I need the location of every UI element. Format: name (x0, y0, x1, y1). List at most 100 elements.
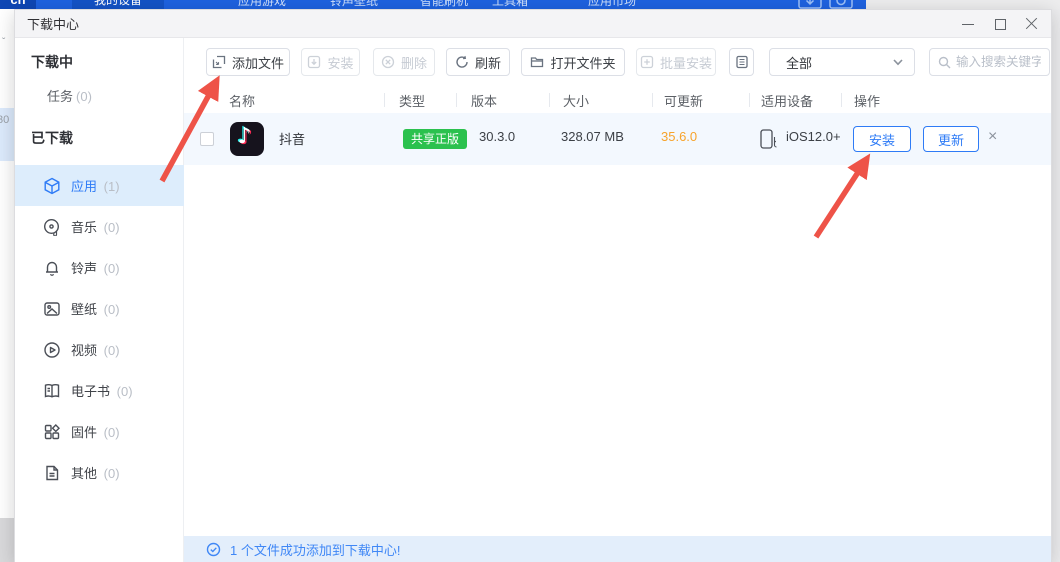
background-tab-1: 我的设备 (72, 0, 164, 9)
row-update-button[interactable]: 更新 (923, 126, 979, 152)
file-other-icon (43, 464, 61, 482)
batch-install-icon (640, 55, 654, 69)
sidebar-item-label: 固件 (0) (71, 422, 120, 441)
folder-icon (530, 55, 544, 69)
check-circle-icon (206, 542, 221, 557)
row-checkbox[interactable] (200, 132, 214, 146)
batch-install-label: 批量安装 (660, 53, 712, 72)
app-name: 抖音 (279, 129, 305, 148)
task-count: (0) (76, 89, 92, 104)
sidebar-item-others[interactable]: 其他 (0) (15, 452, 184, 493)
background-number: 30 (0, 114, 9, 126)
window-title: 下载中心 (27, 14, 79, 33)
col-actions: 操作 (854, 91, 880, 110)
music-disc-icon (43, 218, 61, 236)
sidebar-item-label: 视频 (0) (71, 340, 120, 359)
add-file-label: 添加文件 (232, 53, 284, 72)
col-type: 类型 (399, 91, 425, 110)
desktop-area (866, 0, 1060, 9)
search-box (929, 48, 1050, 76)
refresh-icon (455, 55, 469, 69)
main-panel: 添加文件 安装 删除 刷新 打开文件夹 (184, 38, 1051, 562)
bell-icon (43, 259, 61, 277)
delete-button: 删除 (373, 48, 435, 76)
list-view-button[interactable] (729, 48, 754, 76)
firmware-blocks-icon (43, 423, 61, 441)
sidebar-item-tasks[interactable]: 任务(0) (47, 86, 92, 105)
delete-icon (381, 55, 395, 69)
window-titlebar: 下载中心 (15, 10, 1051, 38)
sidebar-item-label: 应用 (1) (71, 176, 120, 195)
sidebar: 下载中 任务(0) 已下载 应用 (1) 音乐 (0) 铃声 (0) (15, 38, 184, 562)
install-label: 安装 (327, 53, 353, 72)
col-size: 大小 (563, 91, 589, 110)
open-folder-button[interactable]: 打开文件夹 (521, 48, 625, 76)
download-center-window: 下载中心 下载中 任务(0) 已下载 应用 (1) 音乐 (0) (14, 9, 1052, 562)
douyin-app-icon: ♪♪♪ (230, 122, 264, 156)
app-cube-icon (43, 177, 61, 195)
search-icon (938, 56, 951, 69)
video-play-icon (43, 341, 61, 359)
filter-value: 全部 (786, 53, 812, 72)
col-version: 版本 (471, 91, 497, 110)
col-device: 适用设备 (761, 91, 813, 110)
add-file-icon (212, 55, 226, 69)
sidebar-item-wallpapers[interactable]: 壁纸 (0) (15, 288, 184, 329)
sidebar-item-label: 音乐 (0) (71, 217, 120, 236)
sidebar-item-label: 其他 (0) (71, 463, 120, 482)
background-app-topbar: cn 我的设备 应用游戏 铃声壁纸 智能刷机 工具箱 应用市场 (0, 0, 866, 9)
search-input[interactable] (956, 55, 1041, 69)
task-label: 任务 (47, 89, 73, 104)
license-badge: 共享正版 (403, 129, 467, 149)
install-button: 安装 (301, 48, 360, 76)
background-gray-block (0, 518, 14, 562)
app-size: 328.07 MB (561, 129, 624, 144)
sidebar-item-label: 铃声 (0) (71, 258, 120, 277)
background-tab-6: 应用市场 (588, 0, 636, 9)
sidebar-item-label: 壁纸 (0) (71, 299, 120, 318)
row-install-button[interactable]: 安装 (853, 126, 911, 152)
background-tab-3: 铃声壁纸 (330, 0, 378, 9)
sidebar-item-apps[interactable]: 应用 (1) (15, 165, 184, 206)
minimize-button[interactable] (961, 17, 975, 31)
add-file-button[interactable]: 添加文件 (206, 48, 290, 76)
update-version: 35.6.0 (661, 129, 697, 144)
sidebar-item-ringtones[interactable]: 铃声 (0) (15, 247, 184, 288)
background-topbar-icons (798, 0, 858, 9)
section-downloaded: 已下载 (31, 128, 73, 148)
row-remove-icon[interactable]: × (988, 128, 997, 146)
close-button[interactable] (1025, 17, 1039, 31)
background-tab-5: 工具箱 (492, 0, 528, 9)
maximize-button[interactable] (993, 17, 1007, 31)
sidebar-item-videos[interactable]: 视频 (0) (15, 329, 184, 370)
col-name: 名称 (229, 91, 255, 110)
picture-icon (43, 300, 61, 318)
sidebar-item-firmware[interactable]: 固件 (0) (15, 411, 184, 452)
install-icon (307, 55, 321, 69)
background-app-logo: cn (0, 0, 36, 9)
sidebar-item-ebooks[interactable]: 电子书 (0) (15, 370, 184, 411)
background-app-left-edge: ˇ 30 (0, 9, 14, 562)
background-tab-2: 应用游戏 (238, 0, 286, 9)
table-header: 名称 类型 版本 大小 可更新 适用设备 操作 (184, 86, 1051, 114)
section-downloading: 下载中 (31, 52, 73, 72)
sidebar-item-music[interactable]: 音乐 (0) (15, 206, 184, 247)
col-updatable: 可更新 (664, 91, 703, 110)
sidebar-item-label: 电子书 (0) (71, 381, 133, 400)
refresh-label: 刷新 (475, 53, 501, 72)
table-row: ♪♪♪ 抖音 共享正版 30.3.0 328.07 MB 35.6.0 iOS1… (184, 113, 1051, 165)
background-tab-4: 智能刷机 (420, 0, 468, 9)
delete-label: 删除 (401, 53, 427, 72)
device-requirement: iOS12.0+ (786, 129, 841, 144)
chevron-down-icon (892, 56, 904, 68)
refresh-button[interactable]: 刷新 (446, 48, 510, 76)
status-message: 1 个文件成功添加到下载中心! (230, 540, 400, 559)
status-bar: 1 个文件成功添加到下载中心! (184, 536, 1051, 562)
filter-dropdown[interactable]: 全部 (769, 48, 915, 76)
phone-icon (759, 128, 779, 150)
batch-install-button: 批量安装 (636, 48, 716, 76)
ebook-icon (43, 382, 61, 400)
chevron-icon: ˇ (2, 37, 5, 48)
open-folder-label: 打开文件夹 (550, 53, 615, 72)
list-icon (735, 55, 749, 69)
